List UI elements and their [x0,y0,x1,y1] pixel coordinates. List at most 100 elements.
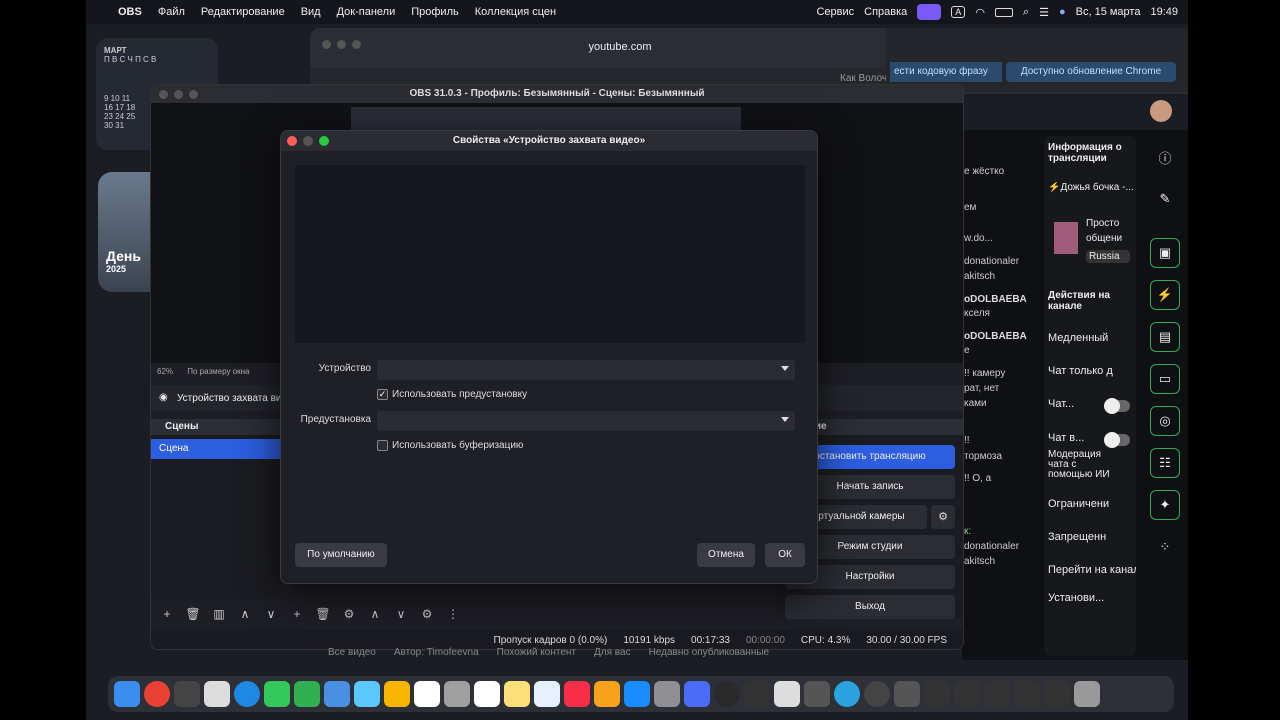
info-icon[interactable]: ⓘ [1150,142,1180,172]
chrome-update-button[interactable]: Доступно обновление Chrome [1006,62,1176,82]
appstore-alt-icon[interactable] [354,681,380,707]
minimize-icon[interactable] [303,136,313,146]
search-icon[interactable]: ⌕ [1023,6,1029,19]
music-icon[interactable] [564,681,590,707]
ok-button[interactable]: ОК [765,543,805,567]
screen-recording-icon[interactable] [917,4,942,20]
trash-icon[interactable] [1074,681,1100,707]
device-select[interactable] [377,360,795,380]
menu-view[interactable]: Вид [293,6,329,18]
freeform-icon[interactable] [534,681,560,707]
action-install[interactable]: Установи... [1048,592,1136,604]
action-restrictions[interactable]: Ограничени [1048,498,1136,510]
window-thumbnail[interactable] [1014,681,1040,707]
wifi-icon[interactable]: ◠ [975,6,985,19]
action-chat-b[interactable]: Чат в... [1048,432,1108,444]
obs-traffic-lights[interactable] [159,90,198,99]
action-members-only[interactable]: Чат только д [1048,365,1136,377]
filter-chip[interactable]: Недавно опубликованные [649,644,770,662]
app-icon[interactable] [774,681,800,707]
menu-app-name[interactable]: OBS [110,6,150,18]
mixer-settings-icon[interactable]: ⚙ [417,604,437,624]
window-thumbnail[interactable] [954,681,980,707]
zoom-icon[interactable] [319,136,329,146]
action-ai-moderation[interactable]: Модерация чата с помощью ИИ [1048,450,1118,480]
filters-icon[interactable]: ▥ [209,604,229,624]
menu-file[interactable]: Файл [150,6,193,18]
address-bar[interactable]: youtube.com [500,36,740,58]
contacts-icon[interactable] [444,681,470,707]
appstore-icon[interactable] [624,681,650,707]
stream-title[interactable]: ⚡Дожья бочка -... [1048,182,1136,193]
menu-edit[interactable]: Редактирование [193,6,293,18]
facetime-icon[interactable] [294,681,320,707]
remove-source-icon[interactable]: 🗑 [313,604,333,624]
finder-icon[interactable] [114,681,140,707]
menu-docks[interactable]: Док-панели [329,6,404,18]
chrome-icon[interactable] [144,681,170,707]
menu-date[interactable]: Вс, 15 марта [1076,6,1141,18]
use-preset-checkbox[interactable]: ✓ Использовать предустановку [377,389,527,400]
app-icon[interactable] [804,681,830,707]
cancel-button[interactable]: Отмена [697,543,755,567]
pages-icon[interactable] [594,681,620,707]
broadcast-icon[interactable]: ◎ [1150,406,1180,436]
siri-icon[interactable]: ● [1059,6,1066,18]
fit-label[interactable]: По размеру окна [187,367,249,376]
avatar[interactable] [1150,100,1172,122]
checkbox-checked-icon[interactable]: ✓ [377,389,388,400]
action-chat-a[interactable]: Чат... [1048,398,1108,410]
action-go-to-channel[interactable]: Перейти на канал [1048,564,1136,576]
menu-tools[interactable]: Сервис [816,6,854,18]
virtual-camera-settings-icon[interactable]: ⚙ [931,505,955,529]
lightning-icon[interactable]: ⚡ [1150,280,1180,310]
action-slow-mode[interactable]: Медленный [1048,332,1136,344]
action-banned[interactable]: Запрещенн [1048,531,1136,543]
photos-icon[interactable] [384,681,410,707]
source-settings-icon[interactable]: ⚙ [339,604,359,624]
window-thumbnail[interactable] [1044,681,1070,707]
menu-scene-collection[interactable]: Коллекция сцен [467,6,564,18]
telegram-icon[interactable] [834,681,860,707]
screen-icon[interactable]: ▣ [1150,238,1180,268]
chrome-infobar[interactable]: ести кодовую фразу [890,62,1002,82]
launchpad-icon[interactable] [204,681,230,707]
reminders-icon[interactable] [474,681,500,707]
document-icon[interactable]: ▤ [1150,322,1180,352]
filter-chip[interactable]: Для вас [594,644,631,662]
chat-b-toggle[interactable] [1104,432,1130,448]
notes-icon[interactable] [504,681,530,707]
remove-scene-icon[interactable]: 🗑 [183,604,203,624]
window-thumbnail[interactable] [894,681,920,707]
scene-list-item[interactable]: Сцена [151,439,281,459]
safari-traffic-lights[interactable] [322,40,361,49]
window-thumbnail[interactable] [924,681,950,707]
source-down-icon[interactable]: ∨ [391,604,411,624]
menu-time[interactable]: 19:49 [1150,6,1178,18]
defaults-button[interactable]: По умолчанию [295,543,387,567]
app-icon[interactable] [864,681,890,707]
edit-icon[interactable]: ✎ [1150,184,1180,214]
settings-icon[interactable] [654,681,680,707]
source-up-icon[interactable]: ∧ [365,604,385,624]
zoom-level[interactable]: 62% [157,367,173,376]
window-thumbnail[interactable] [984,681,1010,707]
app-icon[interactable] [744,681,770,707]
filter-chip[interactable]: Все видео [328,644,376,662]
chat-icon[interactable]: ▭ [1150,364,1180,394]
language-chip[interactable]: Russia [1086,250,1130,263]
filter-chip[interactable]: Автор: Timofeevna [394,644,479,662]
menu-help[interactable]: Справка [864,6,907,18]
help-icon[interactable] [174,681,200,707]
preset-select[interactable] [377,411,795,431]
add-source-icon[interactable]: + [287,604,307,624]
menu-profile[interactable]: Профиль [403,6,467,18]
move-down-icon[interactable]: ∨ [261,604,281,624]
wrench-icon[interactable]: ✦ [1150,490,1180,520]
messages-icon[interactable] [264,681,290,707]
calendar-icon[interactable] [414,681,440,707]
filter-chip[interactable]: Похожий контент [497,644,576,662]
close-icon[interactable] [287,136,297,146]
buffering-checkbox[interactable]: Использовать буферизацию [377,440,523,451]
mail-icon[interactable] [324,681,350,707]
